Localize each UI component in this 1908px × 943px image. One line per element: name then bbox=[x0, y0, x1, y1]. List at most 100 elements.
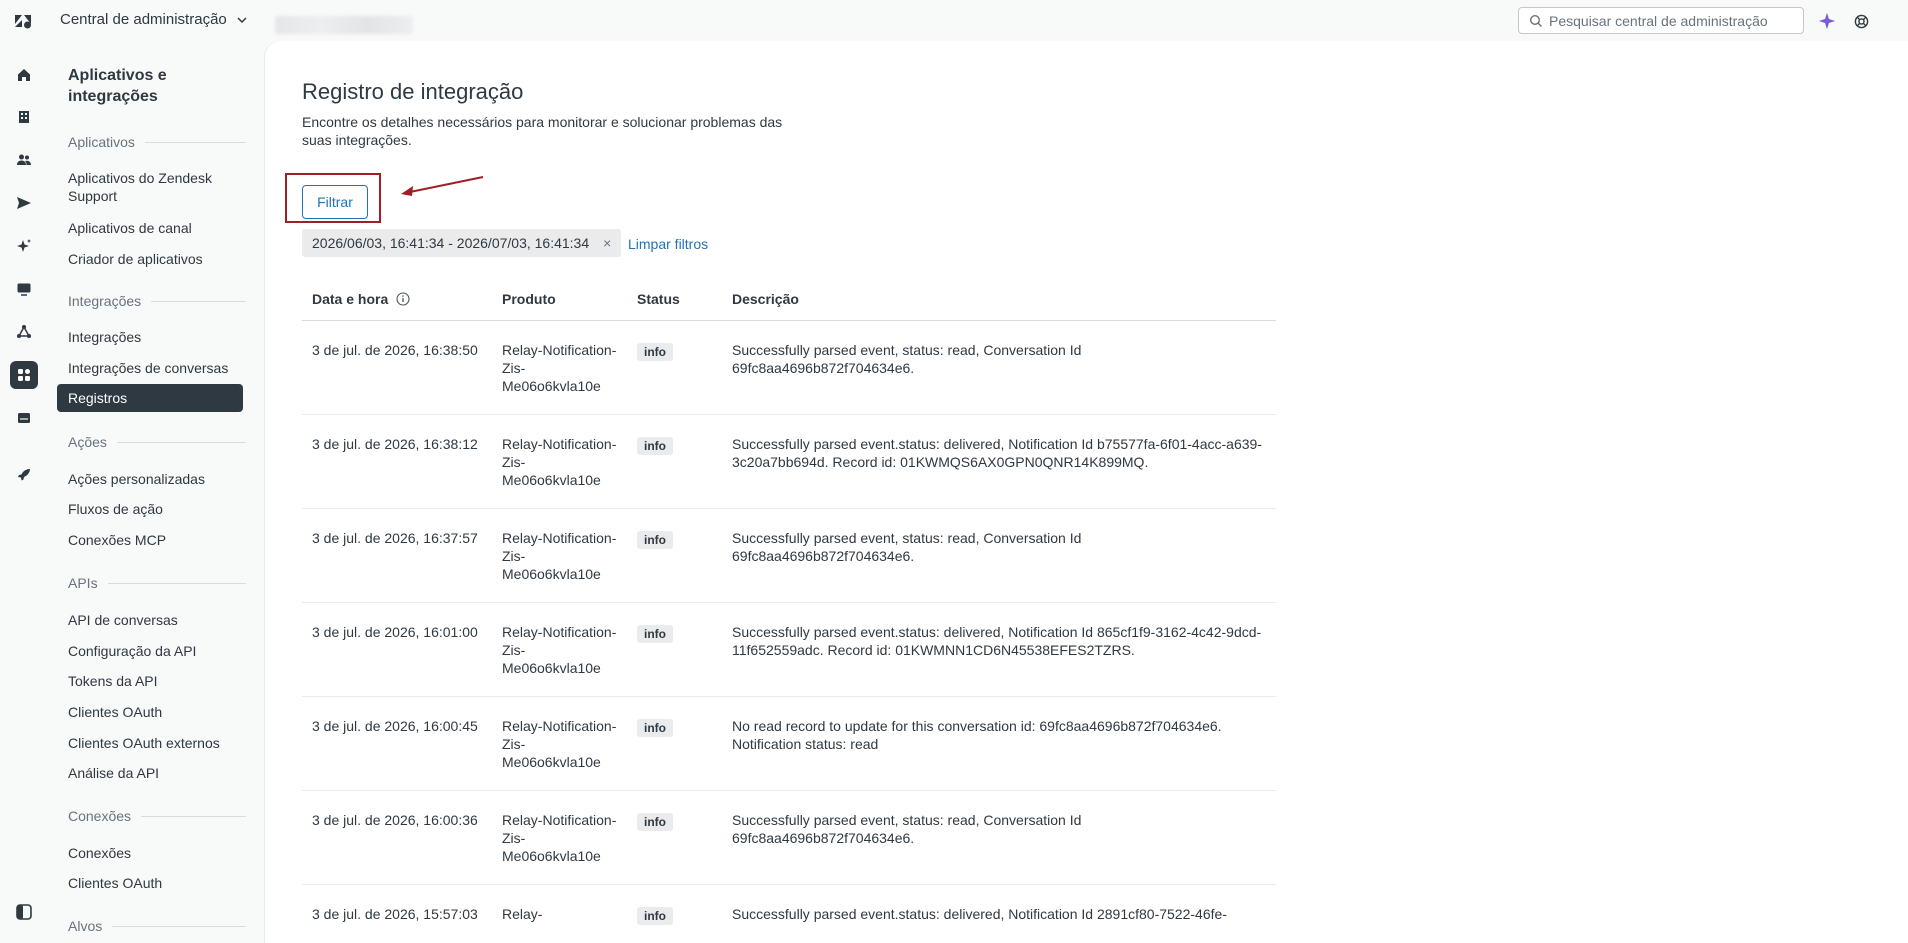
account-name-redacted bbox=[275, 16, 413, 34]
cell-description: Successfully parsed event, status: read,… bbox=[722, 508, 1276, 603]
section-acoes: Ações bbox=[68, 434, 246, 450]
cell-date: 3 de jul. de 2026, 15:57:03 bbox=[302, 884, 492, 943]
table-row[interactable]: 3 de jul. de 2026, 16:01:00 Relay-Notifi… bbox=[302, 602, 1276, 697]
building-icon bbox=[19, 111, 29, 123]
cell-description: No read record to update for this conver… bbox=[722, 696, 1276, 791]
section-heading: Integrações bbox=[68, 293, 142, 309]
status-badge: info bbox=[637, 719, 673, 737]
column-label: Data e hora bbox=[312, 291, 389, 307]
close-icon[interactable]: × bbox=[603, 235, 611, 251]
table-row[interactable]: 3 de jul. de 2026, 16:00:36 Relay-Notifi… bbox=[302, 790, 1276, 885]
page-description: Encontre os detalhes necessários para mo… bbox=[302, 114, 783, 148]
product-rail bbox=[0, 41, 48, 943]
cell-product: Relay-Notification-Zis-Me06o6kvla10e bbox=[492, 790, 627, 885]
section-heading: APIs bbox=[68, 575, 98, 591]
cell-product: Relay-Notification-Zis-Me06o6kvla10e bbox=[492, 602, 627, 697]
nav-link-oauth-clients[interactable]: Clientes OAuth bbox=[68, 703, 248, 721]
status-badge: info bbox=[637, 813, 673, 831]
search-input[interactable] bbox=[1547, 11, 1803, 30]
server-icon bbox=[18, 413, 30, 423]
nav-link-api-tokens[interactable]: Tokens da API bbox=[68, 672, 248, 690]
cell-status: info bbox=[627, 414, 722, 509]
cell-description: Successfully parsed event, status: read,… bbox=[722, 790, 1276, 885]
rail-marketplace[interactable] bbox=[10, 404, 38, 432]
lifebuoy-icon bbox=[1854, 14, 1868, 28]
nav-link-mcp-connections[interactable]: Conexões MCP bbox=[68, 531, 248, 549]
date-range-filter-chip[interactable]: 2026/06/03, 16:41:34 - 2026/07/03, 16:41… bbox=[302, 229, 622, 257]
rail-ai[interactable] bbox=[10, 232, 38, 260]
table-row[interactable]: 3 de jul. de 2026, 16:38:50 Relay-Notifi… bbox=[302, 320, 1276, 415]
nav-link-app-builder[interactable]: Criador de aplicativos bbox=[68, 250, 248, 268]
nav-link-connections-oauth-clients[interactable]: Clientes OAuth bbox=[68, 874, 248, 892]
ai-assistant-button[interactable] bbox=[1817, 11, 1837, 31]
secondary-nav: Aplicativos e integrações Aplicativos Ap… bbox=[48, 41, 264, 943]
zendesk-logo-icon[interactable] bbox=[14, 12, 32, 30]
column-header-product: Produto bbox=[492, 278, 627, 321]
apps-icon bbox=[18, 369, 30, 381]
status-badge: info bbox=[637, 625, 673, 643]
nav-link-custom-actions[interactable]: Ações personalizadas bbox=[68, 470, 248, 488]
section-heading: Alvos bbox=[68, 918, 103, 934]
section-heading: Aplicativos bbox=[68, 134, 135, 150]
table-header-row: Data e hora Produto Status Descrição bbox=[302, 278, 1276, 321]
section-alvos: Alvos bbox=[68, 918, 246, 934]
help-button[interactable] bbox=[1851, 11, 1871, 31]
chip-label: 2026/06/03, 16:41:34 - 2026/07/03, 16:41… bbox=[312, 235, 590, 251]
nav-link-connections[interactable]: Conexões bbox=[68, 844, 248, 862]
cell-product: Relay-Notification-Zis-Me06o6kvla10e bbox=[492, 414, 627, 509]
product-name: Central de administração bbox=[60, 11, 227, 28]
table-row[interactable]: 3 de jul. de 2026, 16:37:57 Relay-Notifi… bbox=[302, 508, 1276, 603]
nav-link-api-config[interactable]: Configuração da API bbox=[68, 642, 248, 660]
section-integracoes: Integrações bbox=[68, 293, 246, 309]
table-row[interactable]: 3 de jul. de 2026, 16:00:45 Relay-Notifi… bbox=[302, 696, 1276, 791]
nav-link-action-flows[interactable]: Fluxos de ação bbox=[68, 500, 248, 518]
search-box[interactable] bbox=[1518, 7, 1804, 34]
info-icon[interactable] bbox=[396, 292, 410, 306]
cell-status: info bbox=[627, 602, 722, 697]
people-icon bbox=[17, 154, 31, 165]
collapse-sidebar-icon[interactable] bbox=[15, 903, 33, 921]
status-badge: info bbox=[637, 907, 673, 925]
table-row[interactable]: 3 de jul. de 2026, 16:38:12 Relay-Notifi… bbox=[302, 414, 1276, 509]
annotation-arrow bbox=[401, 176, 484, 196]
sparkle-icon bbox=[17, 239, 31, 252]
rail-home[interactable] bbox=[10, 61, 38, 89]
nav-link-zendesk-support-apps[interactable]: Aplicativos do Zendesk Support bbox=[68, 169, 248, 205]
cell-description: Successfully parsed event.status: delive… bbox=[722, 602, 1276, 697]
rail-people[interactable] bbox=[10, 146, 38, 174]
rail-workspaces[interactable] bbox=[10, 275, 38, 303]
nav-link-conversation-integrations[interactable]: Integrações de conversas bbox=[68, 359, 248, 377]
rail-channels[interactable] bbox=[10, 189, 38, 217]
filter-button[interactable]: Filtrar bbox=[302, 185, 368, 219]
column-header-date[interactable]: Data e hora bbox=[302, 278, 492, 321]
nav-link-logs[interactable]: Registros bbox=[57, 384, 243, 412]
status-badge: info bbox=[637, 437, 673, 455]
nav-link-api-analytics[interactable]: Análise da API bbox=[68, 764, 248, 782]
table-row[interactable]: 3 de jul. de 2026, 15:57:03 Relay- info … bbox=[302, 884, 1276, 943]
rail-account[interactable] bbox=[10, 103, 38, 131]
page-title: Registro de integração bbox=[302, 79, 524, 104]
cell-product: Relay- bbox=[492, 884, 627, 943]
section-apis: APIs bbox=[68, 575, 246, 591]
cell-description: Successfully parsed event.status: delive… bbox=[722, 884, 1276, 943]
clear-filters-link[interactable]: Limpar filtros bbox=[628, 236, 708, 252]
rail-apps-integrations[interactable] bbox=[10, 361, 38, 389]
triangle-nodes-icon bbox=[17, 325, 31, 338]
cell-date: 3 de jul. de 2026, 16:37:57 bbox=[302, 508, 492, 603]
home-icon bbox=[18, 69, 30, 81]
nav-link-integrations[interactable]: Integrações bbox=[68, 328, 248, 346]
status-badge: info bbox=[637, 531, 673, 549]
send-icon bbox=[17, 197, 31, 209]
nav-link-conversations-api[interactable]: API de conversas bbox=[68, 611, 248, 629]
monitor-icon bbox=[17, 283, 31, 296]
nav-link-channel-apps[interactable]: Aplicativos de canal bbox=[68, 219, 248, 237]
cell-status: info bbox=[627, 508, 722, 603]
rocket-icon bbox=[18, 469, 30, 481]
cell-date: 3 de jul. de 2026, 16:00:45 bbox=[302, 696, 492, 791]
rail-get-started[interactable] bbox=[10, 461, 38, 489]
nav-link-external-oauth-clients[interactable]: Clientes OAuth externos bbox=[68, 734, 248, 752]
status-badge: info bbox=[637, 343, 673, 361]
rail-objects-rules[interactable] bbox=[10, 318, 38, 346]
product-switcher[interactable]: Central de administração bbox=[60, 11, 249, 28]
section-conexoes: Conexões bbox=[68, 808, 246, 824]
